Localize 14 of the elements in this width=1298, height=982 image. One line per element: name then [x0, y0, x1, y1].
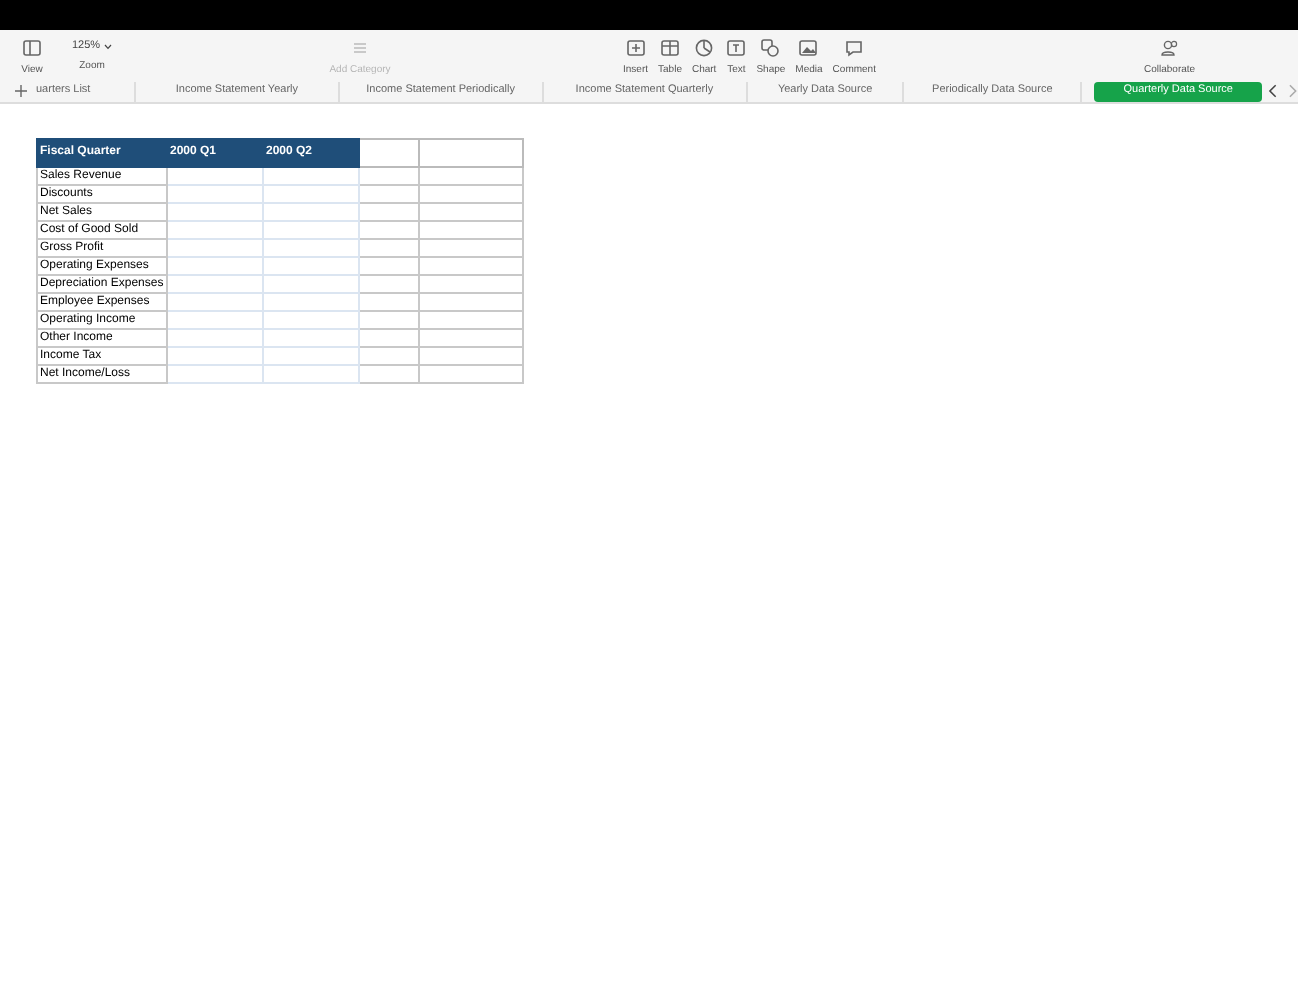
chevron-right-icon[interactable]: [1288, 84, 1298, 98]
add-icon[interactable]: [14, 84, 28, 98]
clock-chart-icon: [694, 38, 715, 58]
image-icon: [798, 38, 819, 58]
text-box-icon: [726, 38, 747, 58]
chevron-down-icon: [104, 43, 113, 50]
chevron-left-icon[interactable]: [1268, 84, 1279, 98]
people-icon: [1159, 38, 1180, 58]
speech-bubble-icon: [844, 38, 865, 58]
table-icon: [659, 38, 680, 58]
shape-icon: [760, 38, 781, 58]
insert-box-icon: [625, 38, 646, 58]
list-icon: [352, 38, 368, 58]
sidebar-icon: [22, 38, 42, 58]
